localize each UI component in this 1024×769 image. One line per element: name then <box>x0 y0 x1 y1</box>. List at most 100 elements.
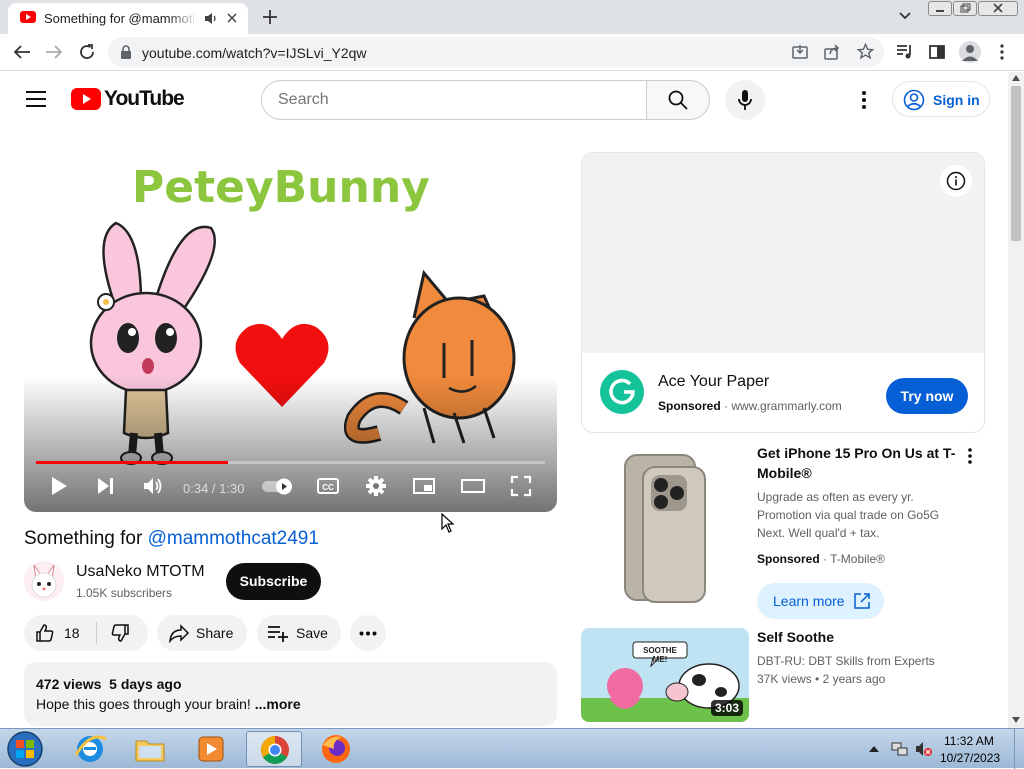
iphone-ad-thumbnail[interactable] <box>581 445 749 609</box>
reload-icon[interactable] <box>78 43 96 61</box>
iphone-ad-description: Upgrade as often as every yr. Promotion … <box>757 490 940 540</box>
ad-domain: www.grammarly.com <box>731 399 842 413</box>
video-frame-title: PeteyBunny <box>132 162 430 213</box>
video-title: Something for @mammothcat2491 <box>24 528 319 550</box>
ad-sponsor-line: Sponsored · www.grammarly.com <box>658 399 842 413</box>
tab-close-icon[interactable] <box>226 12 238 24</box>
external-link-icon <box>853 592 871 610</box>
show-more-link[interactable]: ...more <box>255 696 301 712</box>
channel-mention-link[interactable]: @mammothcat2491 <box>148 528 319 549</box>
chrome-taskbar-icon[interactable] <box>246 731 302 767</box>
scroll-up-arrow-icon[interactable] <box>1012 75 1020 81</box>
search-placeholder: Search <box>278 91 329 108</box>
firefox-taskbar-icon[interactable] <box>308 731 364 767</box>
grammarly-logo-icon[interactable] <box>600 370 644 414</box>
share-page-icon[interactable] <box>824 44 840 60</box>
like-dislike-group: 18 <box>24 615 148 651</box>
new-tab-icon[interactable] <box>262 9 278 25</box>
tab-audio-icon[interactable] <box>204 12 218 25</box>
youtube-logo-text[interactable]: YouTube <box>104 87 185 111</box>
voice-search-button[interactable] <box>725 80 765 120</box>
settings-more-icon[interactable] <box>861 91 867 109</box>
next-video-icon[interactable] <box>95 474 117 498</box>
media-controls-icon[interactable] <box>896 44 914 60</box>
bookmark-star-icon[interactable] <box>857 43 874 60</box>
subscribe-button[interactable]: Subscribe <box>226 563 321 600</box>
learn-more-button[interactable]: Learn more <box>757 583 884 619</box>
show-desktop-button[interactable] <box>1014 729 1024 769</box>
like-divider <box>96 622 97 644</box>
channel-avatar[interactable] <box>24 561 64 601</box>
hamburger-menu-icon[interactable] <box>26 91 46 107</box>
window-close-button[interactable] <box>978 1 1018 16</box>
browser-tab[interactable]: Something for @mammothcat2491 <box>8 3 248 34</box>
install-app-icon[interactable] <box>792 44 808 60</box>
back-arrow-icon[interactable] <box>13 44 31 60</box>
address-bar[interactable]: youtube.com/watch?v=IJSLvi_Y2qw <box>108 37 884 67</box>
taskbar-time[interactable]: 11:32 AM <box>944 734 994 748</box>
file-explorer-taskbar-icon[interactable] <box>122 731 178 767</box>
window-minimize-button[interactable] <box>928 1 952 16</box>
show-hidden-icons-icon[interactable] <box>869 744 879 752</box>
browser-menu-icon[interactable] <box>999 44 1005 60</box>
internet-explorer-taskbar-icon[interactable] <box>62 731 118 767</box>
youtube-logo-icon[interactable] <box>71 88 101 110</box>
play-icon[interactable] <box>48 474 70 498</box>
ad-sponsored-label: Sponsored <box>658 399 721 413</box>
self-soothe-channel[interactable]: DBT-RU: DBT Skills from Experts <box>757 652 935 670</box>
video-duration-badge: 3:03 <box>711 700 744 716</box>
ad-card[interactable]: Ace Your Paper Sponsored · www.grammarly… <box>581 152 985 433</box>
subtitles-icon[interactable]: CC <box>316 474 340 498</box>
side-panel-icon[interactable] <box>929 44 945 60</box>
scrollbar-thumb[interactable] <box>1011 86 1021 241</box>
iphone-ad-menu-icon[interactable] <box>967 448 973 464</box>
account-circle-icon <box>903 89 925 111</box>
ad-title[interactable]: Ace Your Paper <box>658 373 769 391</box>
search-input[interactable]: Search <box>261 80 647 120</box>
profile-avatar-icon[interactable] <box>959 41 981 63</box>
window-restore-button[interactable] <box>953 1 977 16</box>
video-player[interactable]: PeteyBunny 0:34 / 1:30 CC <box>24 156 557 512</box>
url-text[interactable]: youtube.com/watch?v=IJSLvi_Y2qw <box>142 45 367 61</box>
fullscreen-icon[interactable] <box>509 474 533 498</box>
dislike-button[interactable] <box>100 615 148 651</box>
channel-name[interactable]: UsaNeko MTOTM <box>76 563 205 581</box>
description-text: Hope this goes through your brain! <box>36 696 251 712</box>
try-now-button[interactable]: Try now <box>886 378 968 414</box>
start-button-icon[interactable] <box>4 730 46 768</box>
ad-banner[interactable] <box>582 153 984 353</box>
video-progress-bar[interactable] <box>36 461 545 464</box>
scroll-down-arrow-icon[interactable] <box>1012 717 1020 723</box>
self-soothe-title[interactable]: Self Soothe <box>757 627 957 647</box>
theater-mode-icon[interactable] <box>460 474 486 498</box>
tab-search-chevron-icon[interactable] <box>898 11 912 21</box>
taskbar-date[interactable]: 10/27/2023 <box>940 751 1000 765</box>
search-button[interactable] <box>646 80 710 120</box>
iphone-ad-title[interactable]: Get iPhone 15 Pro On Us at T-Mobile® <box>757 443 957 483</box>
volume-muted-tray-icon[interactable] <box>914 740 932 758</box>
network-tray-icon[interactable] <box>891 740 909 758</box>
like-button[interactable]: 18 <box>24 615 96 651</box>
more-horizontal-icon <box>359 631 377 636</box>
forward-arrow-icon[interactable] <box>45 44 63 60</box>
lock-icon[interactable] <box>120 45 132 59</box>
autoplay-toggle-icon[interactable] <box>260 474 296 498</box>
self-soothe-thumbnail[interactable]: SOOTHE ME! 3:03 <box>581 628 749 722</box>
save-button[interactable]: Save <box>257 615 341 651</box>
page-scrollbar[interactable] <box>1008 72 1024 728</box>
mouse-cursor-icon <box>441 513 455 534</box>
settings-gear-icon[interactable] <box>364 474 388 498</box>
view-stats: 472 views 5 days ago <box>36 676 182 692</box>
video-progress-fill <box>36 461 229 464</box>
learn-more-label: Learn more <box>773 593 845 609</box>
miniplayer-icon[interactable] <box>412 474 436 498</box>
more-actions-button[interactable] <box>350 615 386 651</box>
share-button[interactable]: Share <box>157 615 247 651</box>
iphone-ad-sponsored-label: Sponsored <box>757 552 820 566</box>
volume-icon[interactable] <box>141 474 165 498</box>
sign-in-button[interactable]: Sign in <box>892 81 990 117</box>
description-box[interactable]: 472 views 5 days ago Hope this goes thro… <box>24 662 557 726</box>
ad-info-button[interactable] <box>940 165 972 197</box>
media-player-taskbar-icon[interactable] <box>183 731 239 767</box>
youtube-header: YouTube Search Sign in <box>0 72 1008 128</box>
